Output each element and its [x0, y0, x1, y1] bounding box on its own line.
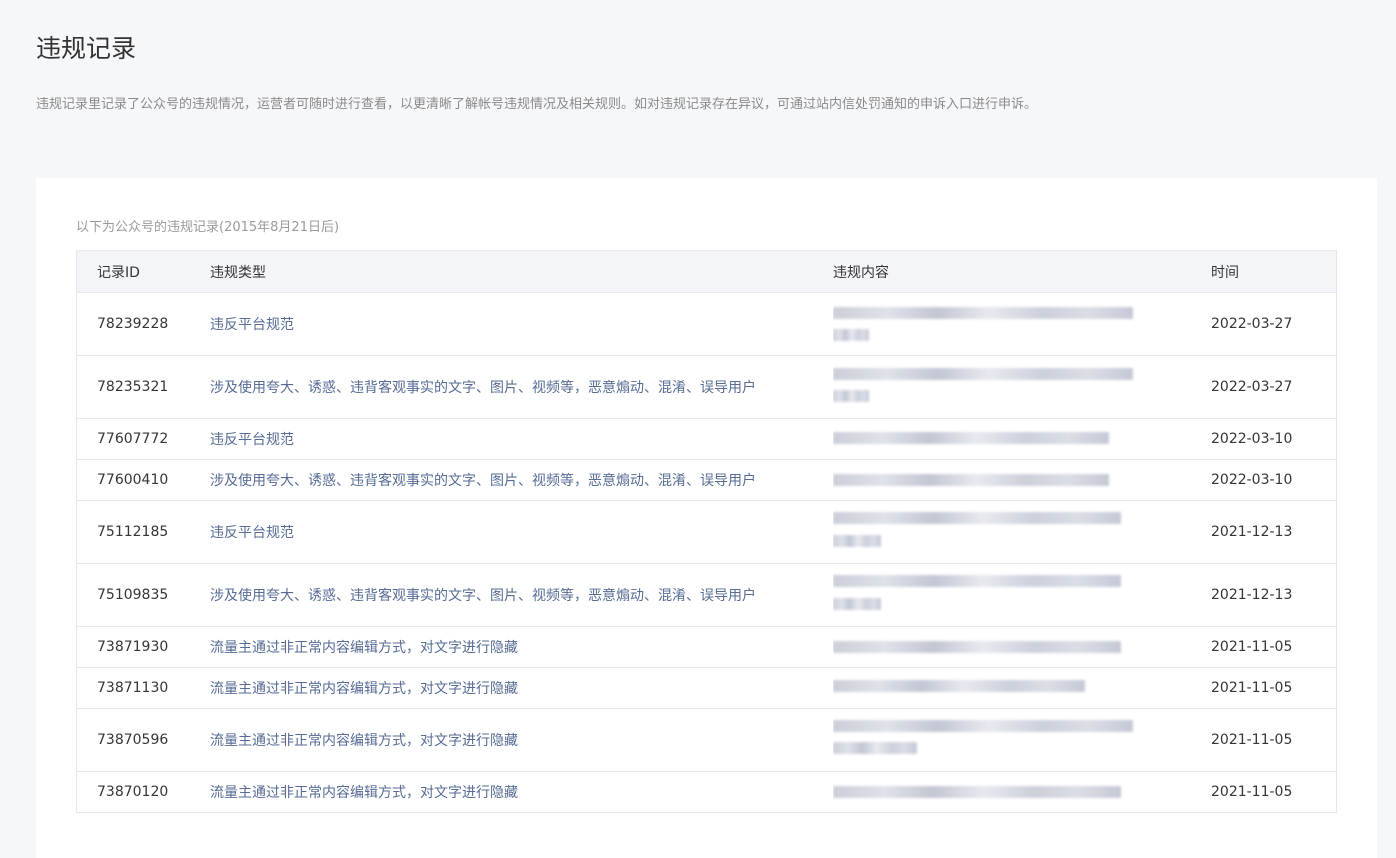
record-time: 2021-11-05: [1211, 732, 1293, 748]
table-row: 75109835 涉及使用夸大、诱惑、违背客观事实的文字、图片、视频等，恶意煽动…: [77, 563, 1336, 626]
record-id: 73870120: [97, 784, 169, 800]
violation-type-link[interactable]: 流量主通过非正常内容编辑方式，对文字进行隐藏: [210, 730, 833, 750]
record-id: 75109835: [97, 587, 169, 603]
redacted-content: [833, 564, 1211, 626]
header-time: 时间: [1211, 264, 1239, 281]
violation-type-link[interactable]: 违反平台规范: [210, 314, 833, 334]
record-id: 75112185: [97, 524, 169, 540]
table-row: 73870120 流量主通过非正常内容编辑方式，对文字进行隐藏 2021-11-…: [77, 771, 1336, 812]
table-row: 73870596 流量主通过非正常内容编辑方式，对文字进行隐藏 2021-11-…: [77, 708, 1336, 771]
table-header-row: 记录ID 违规类型 违规内容 时间: [77, 251, 1336, 292]
record-time: 2021-11-05: [1211, 784, 1293, 800]
redacted-content: [833, 772, 1211, 812]
table-row: 78235321 涉及使用夸大、诱惑、违背客观事实的文字、图片、视频等，恶意煽动…: [77, 355, 1336, 418]
table-row: 77600410 涉及使用夸大、诱惑、违背客观事实的文字、图片、视频等，恶意煽动…: [77, 459, 1336, 500]
record-time: 2022-03-10: [1211, 472, 1293, 488]
record-time: 2022-03-27: [1211, 316, 1293, 332]
table-row: 77607772 违反平台规范 2022-03-10: [77, 418, 1336, 459]
violation-records-table: 记录ID 违规类型 违规内容 时间 78239228 违反平台规范 2022-0…: [76, 250, 1337, 813]
redacted-content: [833, 293, 1211, 355]
violation-type-link[interactable]: 违反平台规范: [210, 522, 833, 542]
record-id: 77600410: [97, 472, 169, 488]
table-row: 78239228 违反平台规范 2022-03-27: [77, 292, 1336, 355]
violation-type-link[interactable]: 涉及使用夸大、诱惑、违背客观事实的文字、图片、视频等，恶意煽动、混淆、误导用户: [210, 470, 833, 490]
page-description: 违规记录里记录了公众号的违规情况，运营者可随时进行查看，以更清晰了解帐号违规情况…: [36, 97, 1038, 112]
violation-type-link[interactable]: 涉及使用夸大、诱惑、违背客观事实的文字、图片、视频等，恶意煽动、混淆、误导用户: [210, 585, 833, 605]
record-id: 73871130: [97, 680, 169, 696]
table-caption: 以下为公众号的违规记录(2015年8月21日后): [76, 220, 340, 235]
violation-type-link[interactable]: 违反平台规范: [210, 429, 833, 449]
redacted-content: [833, 460, 1211, 500]
record-time: 2021-12-13: [1211, 587, 1293, 603]
header-record-id: 记录ID: [97, 264, 140, 281]
redacted-content: [833, 356, 1211, 418]
redacted-content: [833, 627, 1211, 667]
record-time: 2021-11-05: [1211, 680, 1293, 696]
table-row: 75112185 违反平台规范 2021-12-13: [77, 500, 1336, 563]
redacted-content: [833, 419, 1211, 459]
record-time: 2022-03-27: [1211, 379, 1293, 395]
redacted-content: [833, 668, 1211, 708]
violation-type-link[interactable]: 涉及使用夸大、诱惑、违背客观事实的文字、图片、视频等，恶意煽动、混淆、误导用户: [210, 377, 833, 397]
redacted-content: [833, 709, 1211, 771]
violation-type-link[interactable]: 流量主通过非正常内容编辑方式，对文字进行隐藏: [210, 782, 833, 802]
record-id: 73870596: [97, 732, 169, 748]
record-id: 77607772: [97, 431, 169, 447]
violation-type-link[interactable]: 流量主通过非正常内容编辑方式，对文字进行隐藏: [210, 637, 833, 657]
table-row: 73871930 流量主通过非正常内容编辑方式，对文字进行隐藏 2021-11-…: [77, 626, 1336, 667]
records-card: 以下为公众号的违规记录(2015年8月21日后) 记录ID 违规类型 违规内容 …: [36, 178, 1377, 858]
redacted-content: [833, 501, 1211, 563]
header-violation-content: 违规内容: [833, 262, 1211, 282]
record-id: 73871930: [97, 639, 169, 655]
page-title: 违规记录: [36, 34, 137, 63]
record-id: 78239228: [97, 316, 169, 332]
record-time: 2021-12-13: [1211, 524, 1293, 540]
record-id: 78235321: [97, 379, 169, 395]
header-violation-type: 违规类型: [210, 264, 266, 281]
violation-type-link[interactable]: 流量主通过非正常内容编辑方式，对文字进行隐藏: [210, 678, 833, 698]
header-violation-content-label: 违规内容: [833, 264, 889, 281]
table-row: 73871130 流量主通过非正常内容编辑方式，对文字进行隐藏 2021-11-…: [77, 667, 1336, 708]
record-time: 2021-11-05: [1211, 639, 1293, 655]
record-time: 2022-03-10: [1211, 431, 1293, 447]
